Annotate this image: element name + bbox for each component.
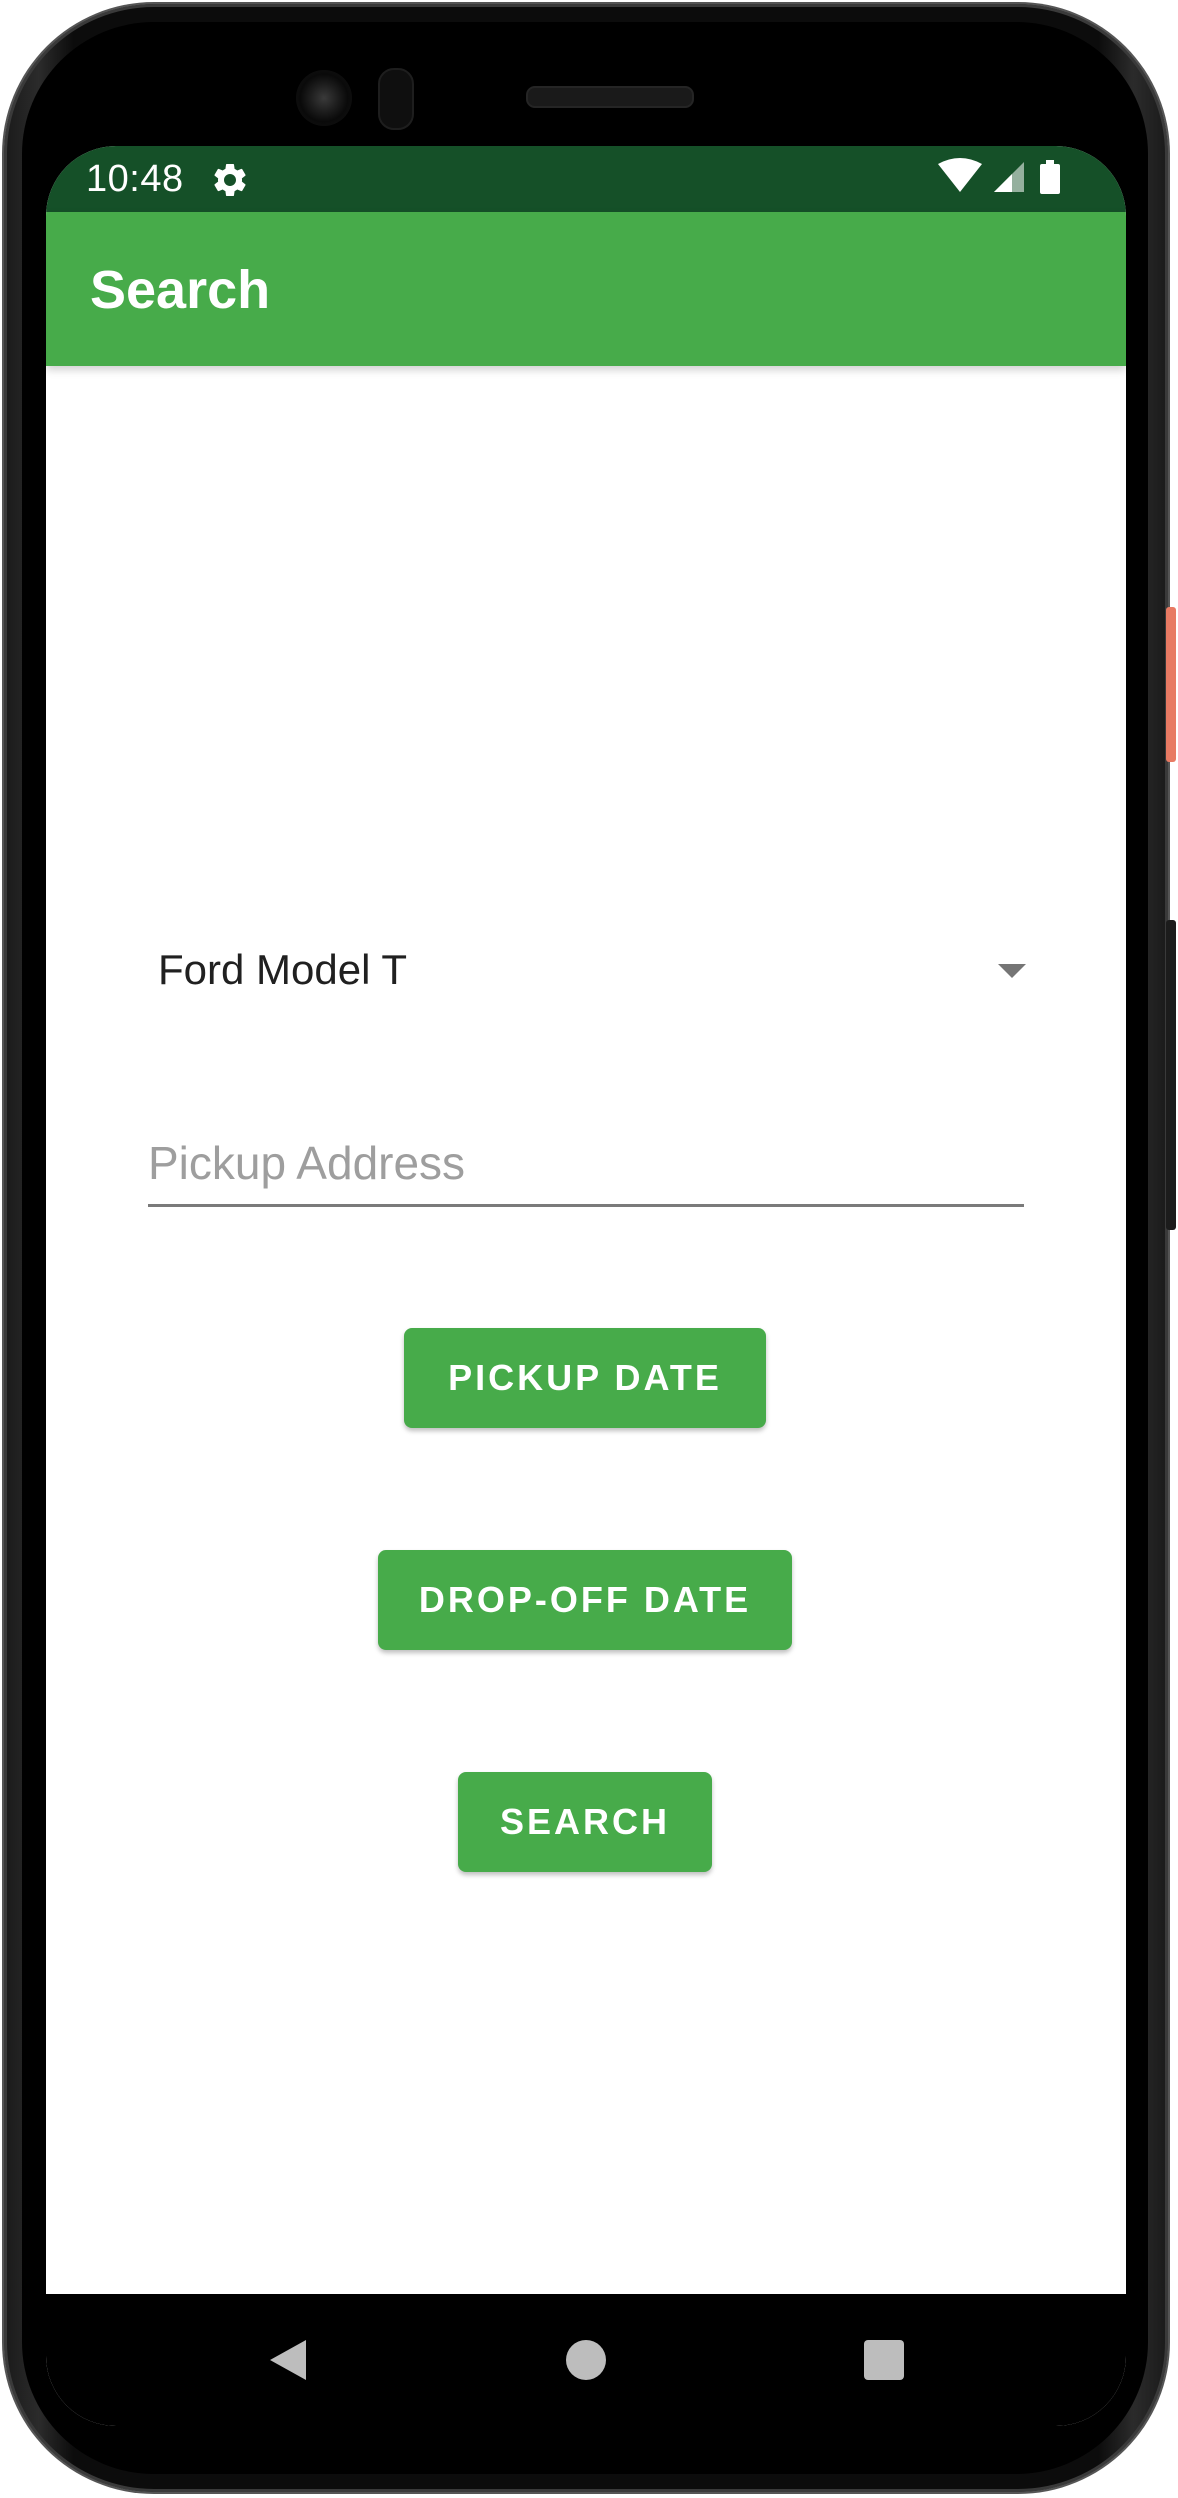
car-model-spinner[interactable]: Ford Model T <box>148 924 1046 1020</box>
status-icons <box>936 158 1086 202</box>
dropoff-date-button[interactable]: DROP-OFF DATE <box>378 1550 792 1650</box>
search-button[interactable]: SEARCH <box>458 1772 712 1872</box>
pickup-date-button[interactable]: PICKUP DATE <box>404 1328 766 1428</box>
cellular-signal-icon <box>994 162 1024 192</box>
phone-frame: 10:48 Search Ford Model T Pickup Address… <box>0 0 1178 2498</box>
dropdown-arrow-icon <box>998 964 1026 978</box>
recents-icon[interactable] <box>864 2340 904 2380</box>
screen: 10:48 Search Ford Model T Pickup Address… <box>46 146 1126 2426</box>
status-bar: 10:48 <box>46 146 1126 212</box>
navigation-bar <box>46 2294 1126 2426</box>
status-time: 10:48 <box>86 158 184 200</box>
earpiece-speaker <box>526 86 694 108</box>
home-icon[interactable] <box>566 2340 606 2380</box>
proximity-sensor <box>378 68 414 130</box>
page-title: Search <box>90 260 271 320</box>
car-model-selected-value: Ford Model T <box>158 946 407 993</box>
volume-button <box>1166 920 1176 1230</box>
gear-icon <box>214 164 246 196</box>
battery-icon <box>1040 160 1060 194</box>
power-button <box>1166 607 1176 762</box>
wifi-icon <box>938 158 982 192</box>
back-icon[interactable] <box>268 2338 308 2382</box>
front-camera <box>296 70 352 126</box>
app-bar: Search <box>46 212 1126 366</box>
pickup-address-input[interactable] <box>148 1122 1024 1207</box>
